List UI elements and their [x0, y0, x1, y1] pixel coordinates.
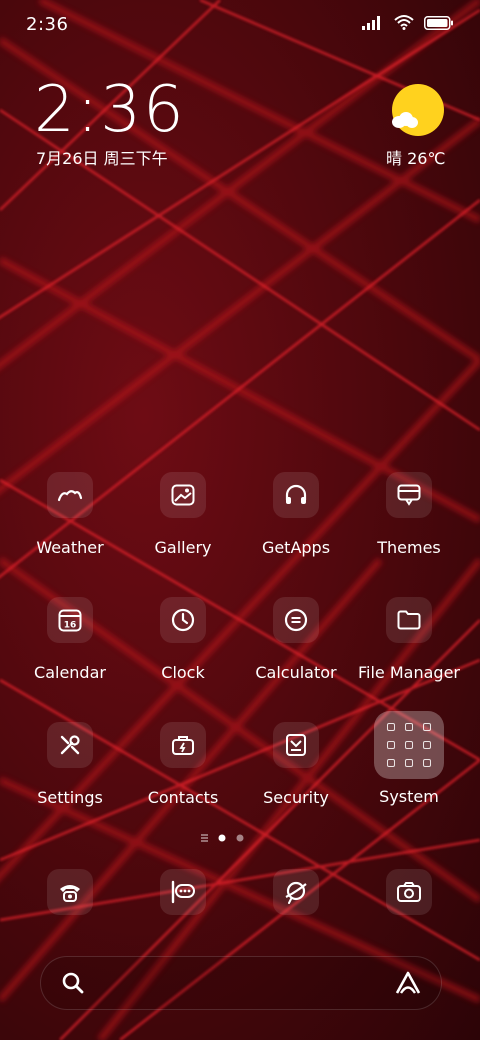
- search-icon[interactable]: [61, 971, 85, 999]
- app-label: Gallery: [154, 538, 212, 557]
- dock-browser[interactable]: [241, 869, 351, 915]
- app-weather[interactable]: Weather: [15, 472, 125, 557]
- system-folder-icon: [374, 711, 444, 779]
- dock-camera[interactable]: [354, 869, 464, 915]
- phone-icon: [47, 869, 93, 915]
- status-time: 2:36: [26, 14, 69, 35]
- signal-bars-icon: [362, 15, 384, 34]
- app-contacts[interactable]: Contacts: [128, 722, 238, 807]
- app-label: Contacts: [147, 788, 219, 807]
- calendar-icon: 16: [47, 597, 93, 643]
- app-label: Settings: [37, 788, 103, 807]
- camera-icon: [386, 869, 432, 915]
- app-label: Calendar: [34, 663, 106, 682]
- headphones-icon: [273, 472, 319, 518]
- clock-widget-time[interactable]: 2:36: [34, 78, 186, 142]
- themes-icon: [386, 472, 432, 518]
- app-label: Themes: [377, 538, 441, 557]
- contacts-briefcase-icon: [160, 722, 206, 768]
- status-bar: 2:36: [0, 0, 480, 50]
- app-label: System: [379, 787, 439, 806]
- messages-icon: [160, 869, 206, 915]
- app-label: Security: [263, 788, 329, 807]
- sunny-partly-cloudy-icon[interactable]: [392, 84, 444, 136]
- gallery-icon: [160, 472, 206, 518]
- app-settings[interactable]: Settings: [15, 722, 125, 807]
- page-indicator[interactable]: [200, 829, 260, 842]
- app-security[interactable]: Security: [241, 722, 351, 807]
- page-dot: [236, 834, 244, 842]
- settings-tools-icon: [47, 722, 93, 768]
- app-file-manager[interactable]: File Manager: [354, 597, 464, 682]
- security-shield-icon: [273, 722, 319, 768]
- weather-icon: [47, 472, 93, 518]
- app-label: GetApps: [261, 538, 331, 557]
- app-calendar[interactable]: 16 Calendar: [15, 597, 125, 682]
- assistant-logo-icon[interactable]: [393, 970, 423, 1000]
- dock-phone[interactable]: [15, 869, 125, 915]
- app-folder-system[interactable]: System: [354, 711, 464, 806]
- app-clock[interactable]: Clock: [128, 597, 238, 682]
- weather-temperature: 晴 26℃: [386, 149, 446, 168]
- browser-icon: [273, 869, 319, 915]
- clock-icon: [160, 597, 206, 643]
- app-calculator[interactable]: Calculator: [241, 597, 351, 682]
- page-dot-active: [218, 834, 226, 842]
- cloud-icon: [392, 112, 420, 128]
- calendar-day: 16: [64, 621, 77, 631]
- wifi-icon: [394, 14, 414, 34]
- app-label: Weather: [36, 538, 104, 557]
- app-themes[interactable]: Themes: [354, 472, 464, 557]
- app-label: Clock: [161, 663, 205, 682]
- folder-icon: [386, 597, 432, 643]
- calculator-icon: [273, 597, 319, 643]
- clock-widget-date: 7月26日 周三下午: [36, 149, 168, 168]
- battery-icon: [424, 15, 454, 34]
- page-indicator-list: [201, 834, 208, 842]
- app-label: File Manager: [358, 663, 460, 682]
- app-getapps[interactable]: GetApps: [241, 472, 351, 557]
- app-gallery[interactable]: Gallery: [128, 472, 238, 557]
- app-label: Calculator: [255, 663, 337, 682]
- dock-messages[interactable]: [128, 869, 238, 915]
- search-bar[interactable]: [40, 956, 442, 1010]
